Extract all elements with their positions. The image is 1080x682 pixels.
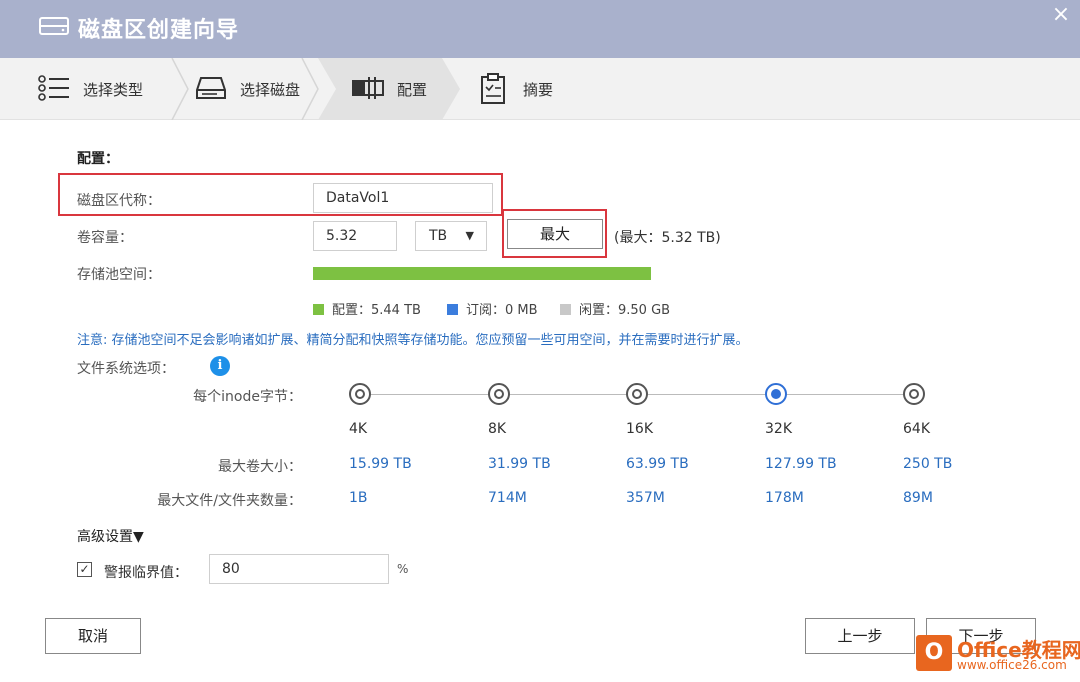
max-volume-size-label: 最大卷大小： <box>218 459 302 475</box>
legend-configured: 配置：5.44 TB <box>313 299 421 318</box>
office-logo-icon: O <box>916 635 952 671</box>
step-separator <box>301 58 319 120</box>
step-separator <box>171 58 189 120</box>
radio-dot <box>494 389 504 399</box>
alert-threshold-label: 警报临界值： <box>104 565 188 581</box>
inode-bytes-label: 每个inode字节： <box>193 389 302 405</box>
max-volume-value: 127.99 TB <box>765 456 837 472</box>
volume-alias-input[interactable] <box>313 183 493 213</box>
max-files-value: 89M <box>903 490 933 506</box>
legend-free: 闲置：9.50 GB <box>560 299 670 318</box>
legend-text: 配置：5.44 TB <box>332 303 421 318</box>
radio-dot <box>632 389 642 399</box>
inode-radio-8k[interactable] <box>488 383 510 405</box>
max-files-value: 178M <box>765 490 804 506</box>
title-bar: 磁盘区创建向导 × <box>0 0 1080 58</box>
alert-threshold-input[interactable] <box>209 554 389 584</box>
alert-threshold-checkbox[interactable]: ✓ <box>77 562 92 577</box>
inode-size-label: 32K <box>765 421 792 437</box>
step-label: 摘要 <box>523 81 554 99</box>
dropdown-caret-icon: ▼ <box>465 229 474 242</box>
capacity-input[interactable] <box>313 221 397 251</box>
max-capacity-hint: (最大：5.32 TB) <box>614 230 721 246</box>
legend-text: 闲置：9.50 GB <box>579 303 671 318</box>
radio-dot <box>909 389 919 399</box>
close-icon[interactable]: × <box>1050 4 1072 26</box>
volume-creation-wizard: 磁盘区创建向导 × 选择类型 选择磁盘 配置 摘要 配置： 磁盘区代称： Dat… <box>0 0 1080 682</box>
previous-button[interactable]: 上一步 <box>805 618 915 654</box>
legend-swatch <box>560 304 571 315</box>
max-volume-value: 63.99 TB <box>626 456 689 472</box>
hard-drive-icon <box>39 17 69 35</box>
max-files-value: 357M <box>626 490 665 506</box>
watermark-url: www.office26.com <box>957 658 1067 672</box>
step-label: 选择磁盘 <box>240 81 301 99</box>
max-files-value: 1B <box>349 490 368 506</box>
fs-options-label: 文件系统选项： <box>77 361 175 377</box>
section-title: 配置： <box>77 151 119 167</box>
alias-label: 磁盘区代称： <box>77 193 161 209</box>
volume-config-icon <box>352 77 384 99</box>
max-button[interactable]: 最大 <box>507 219 603 249</box>
inode-radio-16k[interactable] <box>626 383 648 405</box>
inode-size-label: 8K <box>488 421 507 437</box>
info-icon[interactable]: i <box>210 356 230 376</box>
pool-space-label: 存储池空间： <box>77 267 161 283</box>
unit-select[interactable]: TB ▼ <box>415 221 487 251</box>
step-label: 配置 <box>397 81 428 99</box>
inode-size-label: 4K <box>349 421 368 437</box>
max-volume-value: 31.99 TB <box>488 456 551 472</box>
inode-radio-4k[interactable] <box>349 383 371 405</box>
wizard-steps: 选择类型 选择磁盘 配置 摘要 <box>0 58 1080 120</box>
clipboard-icon <box>481 73 505 104</box>
legend-swatch <box>313 304 324 315</box>
max-files-value: 714M <box>488 490 527 506</box>
legend-swatch <box>447 304 458 315</box>
active-step-highlight <box>318 58 460 120</box>
percent-unit: % <box>397 562 409 576</box>
unit-value: TB <box>429 228 448 244</box>
inode-radio-64k[interactable] <box>903 383 925 405</box>
advanced-settings-toggle[interactable]: 高级设置▼ <box>77 526 144 546</box>
list-icon <box>38 75 69 101</box>
inode-size-label: 64K <box>903 421 930 437</box>
pool-usage-bar <box>313 267 651 280</box>
disk-icon <box>196 77 226 99</box>
legend-subscribed: 订阅：0 MB <box>447 299 538 318</box>
capacity-label: 卷容量： <box>77 230 133 246</box>
step-label: 选择类型 <box>83 81 144 99</box>
inode-radio-32k[interactable] <box>765 383 787 405</box>
max-files-label: 最大文件/文件夹数量： <box>157 493 302 509</box>
max-volume-value: 15.99 TB <box>349 456 412 472</box>
radio-dot <box>771 389 781 399</box>
cancel-button[interactable]: 取消 <box>45 618 141 654</box>
max-volume-value: 250 TB <box>903 456 953 472</box>
legend-text: 订阅：0 MB <box>466 303 538 318</box>
storage-warning-note: 注意: 存储池空间不足会影响诸如扩展、精简分配和快照等存储功能。您应预留一些可用… <box>77 333 749 348</box>
radio-dot <box>355 389 365 399</box>
wizard-title: 磁盘区创建向导 <box>78 18 240 43</box>
inode-size-label: 16K <box>626 421 653 437</box>
